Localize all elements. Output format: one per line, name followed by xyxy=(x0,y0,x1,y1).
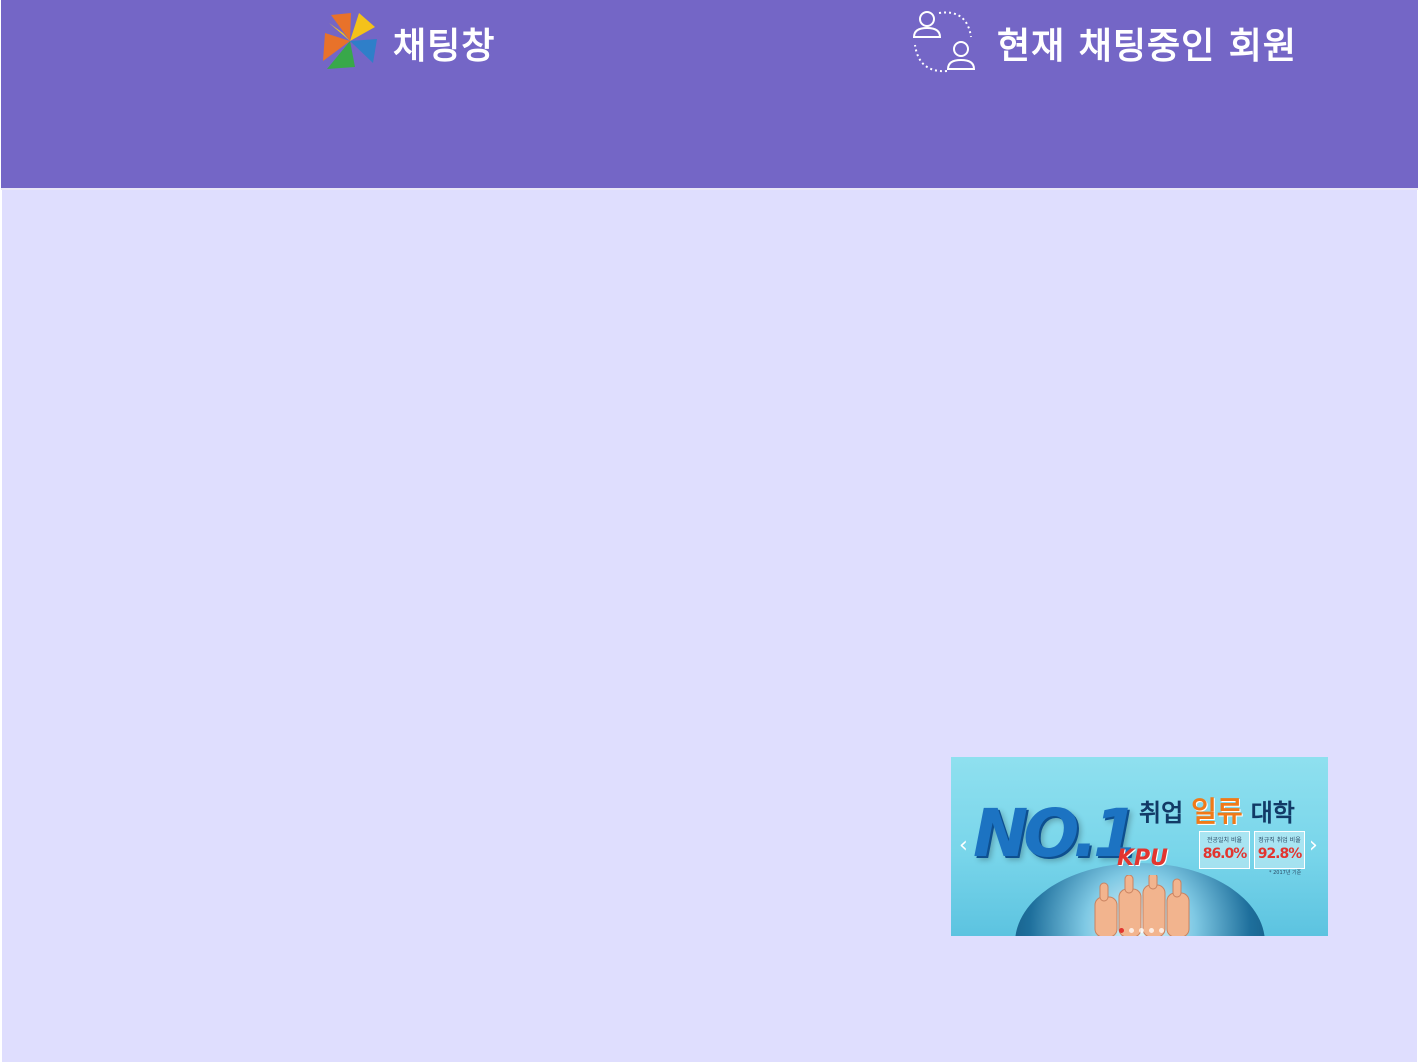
banner-next-arrow[interactable]: › xyxy=(1309,835,1318,857)
header-bar: 채팅창 현재 채팅중인 회원 xyxy=(1,0,1418,188)
banner-dot[interactable] xyxy=(1149,928,1154,933)
thumbs-up-hands-graphic xyxy=(1094,875,1190,936)
banner-headline-prefix: 취업 xyxy=(1139,799,1184,827)
banner-headline: 취업 일류 대학 xyxy=(1139,790,1295,830)
page-title: 채팅창 xyxy=(393,26,496,67)
chat-title-group: 채팅창 xyxy=(321,12,495,74)
stat-note: * 2017년 기준 xyxy=(1269,870,1302,876)
stat-label: 전공일치 비율 xyxy=(1206,837,1243,844)
ad-banner[interactable]: NO.1 KPU 취업 일류 대학 전공일치 비율 86.0% 정규직 취업 비… xyxy=(951,757,1328,936)
online-members-label: 현재 채팅중인 회원 xyxy=(997,26,1298,67)
banner-brand: KPU xyxy=(1117,846,1169,871)
stat-value: 86.0% xyxy=(1202,846,1248,862)
banner-dot[interactable] xyxy=(1119,928,1124,933)
banner-pagination xyxy=(1119,928,1164,933)
banner-dot[interactable] xyxy=(1139,928,1144,933)
stat-box-fulltime: 정규직 취업 비율 92.8% xyxy=(1254,831,1305,869)
banner-prev-arrow[interactable]: ‹ xyxy=(959,835,968,857)
banner-headline-suffix: 대학 xyxy=(1250,799,1295,827)
banner-dot[interactable] xyxy=(1129,928,1134,933)
banner-big-text: NO.1 xyxy=(973,795,1139,872)
stat-box-major-match: 전공일치 비율 86.0% xyxy=(1199,831,1250,869)
banner-headline-accent: 일류 xyxy=(1191,795,1243,828)
stat-value: 92.8% xyxy=(1257,846,1303,862)
banner-dot[interactable] xyxy=(1159,928,1164,933)
stat-label: 정규직 취업 비율 xyxy=(1258,837,1301,844)
online-members-link[interactable]: 현재 채팅중인 회원 xyxy=(909,8,1297,78)
pinwheel-logo-icon xyxy=(321,11,379,75)
users-exchange-icon xyxy=(909,7,977,79)
